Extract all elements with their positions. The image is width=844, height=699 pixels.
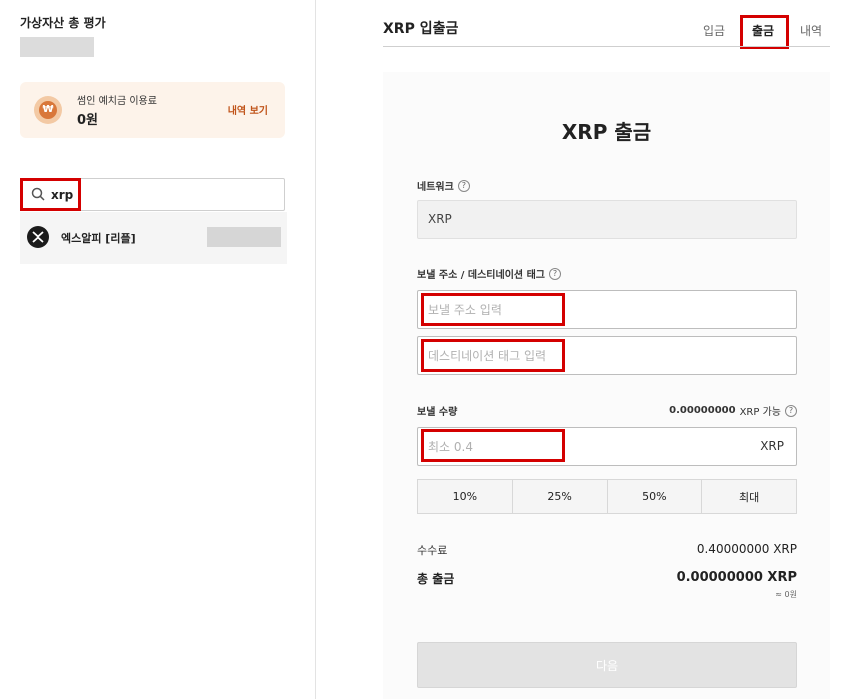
help-icon[interactable]: ?	[785, 404, 797, 417]
available-suffix: XRP 가능	[739, 407, 781, 418]
fee-label: 수수료	[417, 544, 448, 557]
left-panel: 가상자산 총 평가 ₩ 썸인 예치금 이용료 0원 내역 보기 엑스알피 [리플…	[0, 0, 316, 699]
deposit-interest-label: 썸인 예치금 이용료	[77, 96, 157, 107]
percent-max-button[interactable]: 최대	[702, 480, 796, 513]
percent-50-button[interactable]: 50%	[608, 480, 703, 513]
total-withdraw-label: 총 출금	[417, 572, 455, 586]
next-button[interactable]: 다음	[417, 642, 797, 688]
total-valuation-title: 가상자산 총 평가	[20, 16, 106, 30]
page-title: XRP 입출금	[383, 21, 459, 37]
total-withdraw-krw: ≈ 0원	[775, 590, 797, 599]
coin-list-item-xrp[interactable]: 엑스알피 [리플]	[20, 212, 287, 264]
percent-25-button[interactable]: 25%	[513, 480, 608, 513]
help-icon[interactable]: ?	[548, 267, 561, 280]
total-valuation-value-redacted	[20, 37, 94, 57]
amount-label-row: 보낼 수량	[417, 403, 457, 418]
fee-value: 0.40000000 XRP	[696, 542, 797, 556]
amount-input[interactable]	[428, 438, 708, 456]
help-icon[interactable]: ?	[457, 179, 470, 192]
withdraw-form: XRP 출금	[383, 72, 830, 699]
amount-unit: XRP	[760, 439, 784, 453]
network-field: XRP	[417, 200, 797, 239]
percent-10-button[interactable]: 10%	[418, 480, 513, 513]
address-field[interactable]	[417, 290, 797, 329]
form-title: XRP 출금	[561, 120, 652, 144]
network-value: XRP	[428, 212, 452, 226]
address-label-row: 보낼 주소 / 데스티네이션 태그 ?	[417, 266, 561, 281]
deposit-interest-value: 0원	[77, 113, 99, 128]
amount-label: 보낼 수량	[417, 407, 458, 418]
network-label: 네트워크	[417, 182, 454, 193]
total-withdraw-value: 0.00000000 XRP	[676, 570, 797, 585]
available-amount: 0.00000000	[669, 405, 736, 416]
search-highlight-box	[20, 178, 81, 211]
coin-search-input[interactable]	[51, 185, 251, 205]
destination-tag-input[interactable]	[428, 347, 748, 365]
available-balance: 0.00000000 XRP 가능 ?	[669, 403, 797, 418]
destination-tag-field[interactable]	[417, 336, 797, 375]
address-label: 보낼 주소 / 데스티네이션 태그	[417, 270, 545, 281]
tab-history[interactable]: 내역	[800, 22, 822, 39]
money-bag-icon: ₩	[34, 96, 62, 124]
network-label-row: 네트워크 ?	[417, 178, 470, 193]
amount-field[interactable]: XRP	[417, 427, 797, 466]
coin-name: 엑스알피 [리플]	[61, 232, 136, 245]
xrp-logo-icon	[27, 226, 49, 248]
percent-button-group: 10% 25% 50% 최대	[417, 479, 797, 514]
tab-deposit[interactable]: 입금	[703, 22, 725, 39]
tabs-divider	[383, 46, 830, 47]
coin-balance-redacted	[207, 227, 281, 247]
withdraw-tab-highlight-box	[740, 15, 789, 49]
deposit-interest-card: ₩ 썸인 예치금 이용료 0원 내역 보기	[20, 82, 285, 138]
address-input[interactable]	[428, 301, 748, 319]
view-history-link[interactable]: 내역 보기	[228, 102, 268, 117]
